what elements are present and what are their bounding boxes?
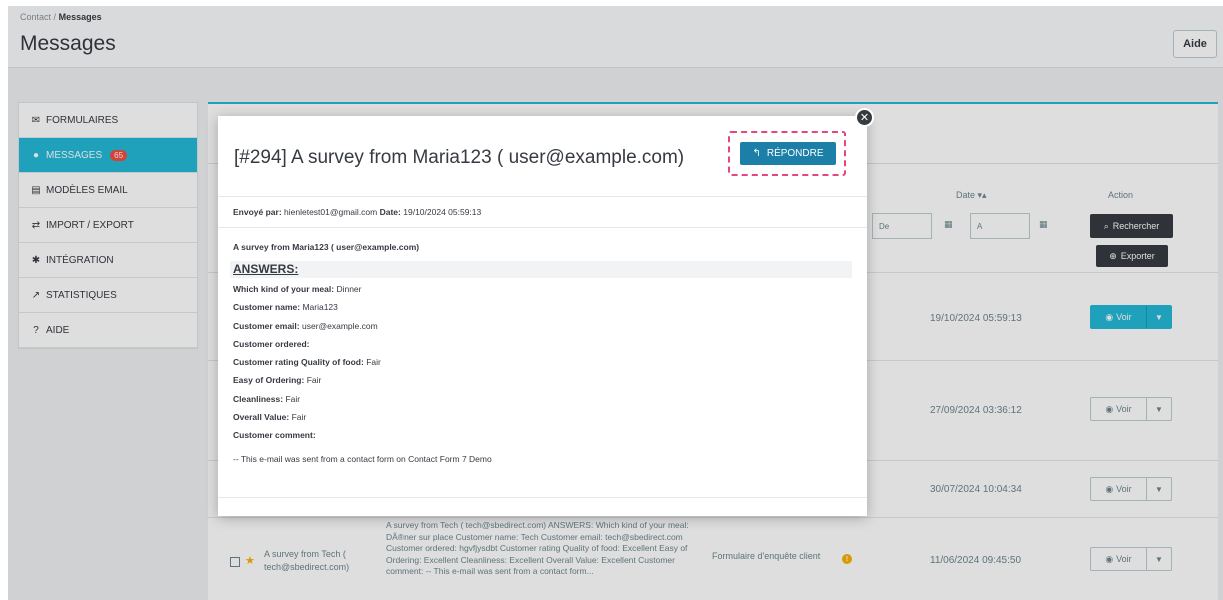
answer-overall-value: Overall Value: Fair — [233, 412, 307, 423]
answer-customer-comment: Customer comment: — [233, 430, 316, 441]
footer-note: -- This e-mail was sent from a contact f… — [233, 454, 492, 464]
answer-customer-name: Customer name: Maria123 — [233, 302, 338, 313]
answer-customer-email: Customer email: user@example.com — [233, 320, 378, 331]
answer-ordering-ease: Easy of Ordering: Fair — [233, 375, 322, 386]
reply-button[interactable]: ↰ RÉPONDRE — [740, 142, 836, 165]
answer-food-quality: Customer rating Quality of food: Fair — [233, 357, 381, 368]
modal-title: [#294] A survey from Maria123 ( user@exa… — [234, 147, 685, 168]
answers-list: Which kind of your meal: Dinner Customer… — [233, 284, 381, 449]
sender-email: hienletest01@gmail.com — [284, 207, 378, 217]
message-subject: A survey from Maria123 ( user@example.co… — [233, 242, 420, 252]
answer-customer-ordered: Customer ordered: — [233, 338, 310, 349]
close-icon[interactable]: ✕ — [855, 108, 874, 127]
message-modal: [#294] A survey from Maria123 ( user@exa… — [218, 116, 867, 516]
reply-icon: ↰ — [752, 148, 761, 159]
sent-info: Envoyé par: hienletest01@gmail.com Date:… — [233, 207, 482, 217]
sent-date: 19/10/2024 05:59:13 — [403, 207, 482, 217]
answers-heading: ANSWERS: — [230, 261, 852, 278]
reply-highlight: ↰ RÉPONDRE — [728, 131, 846, 176]
answer-cleanliness: Cleanliness: Fair — [233, 393, 301, 404]
answer-meal-type: Which kind of your meal: Dinner — [233, 284, 362, 294]
